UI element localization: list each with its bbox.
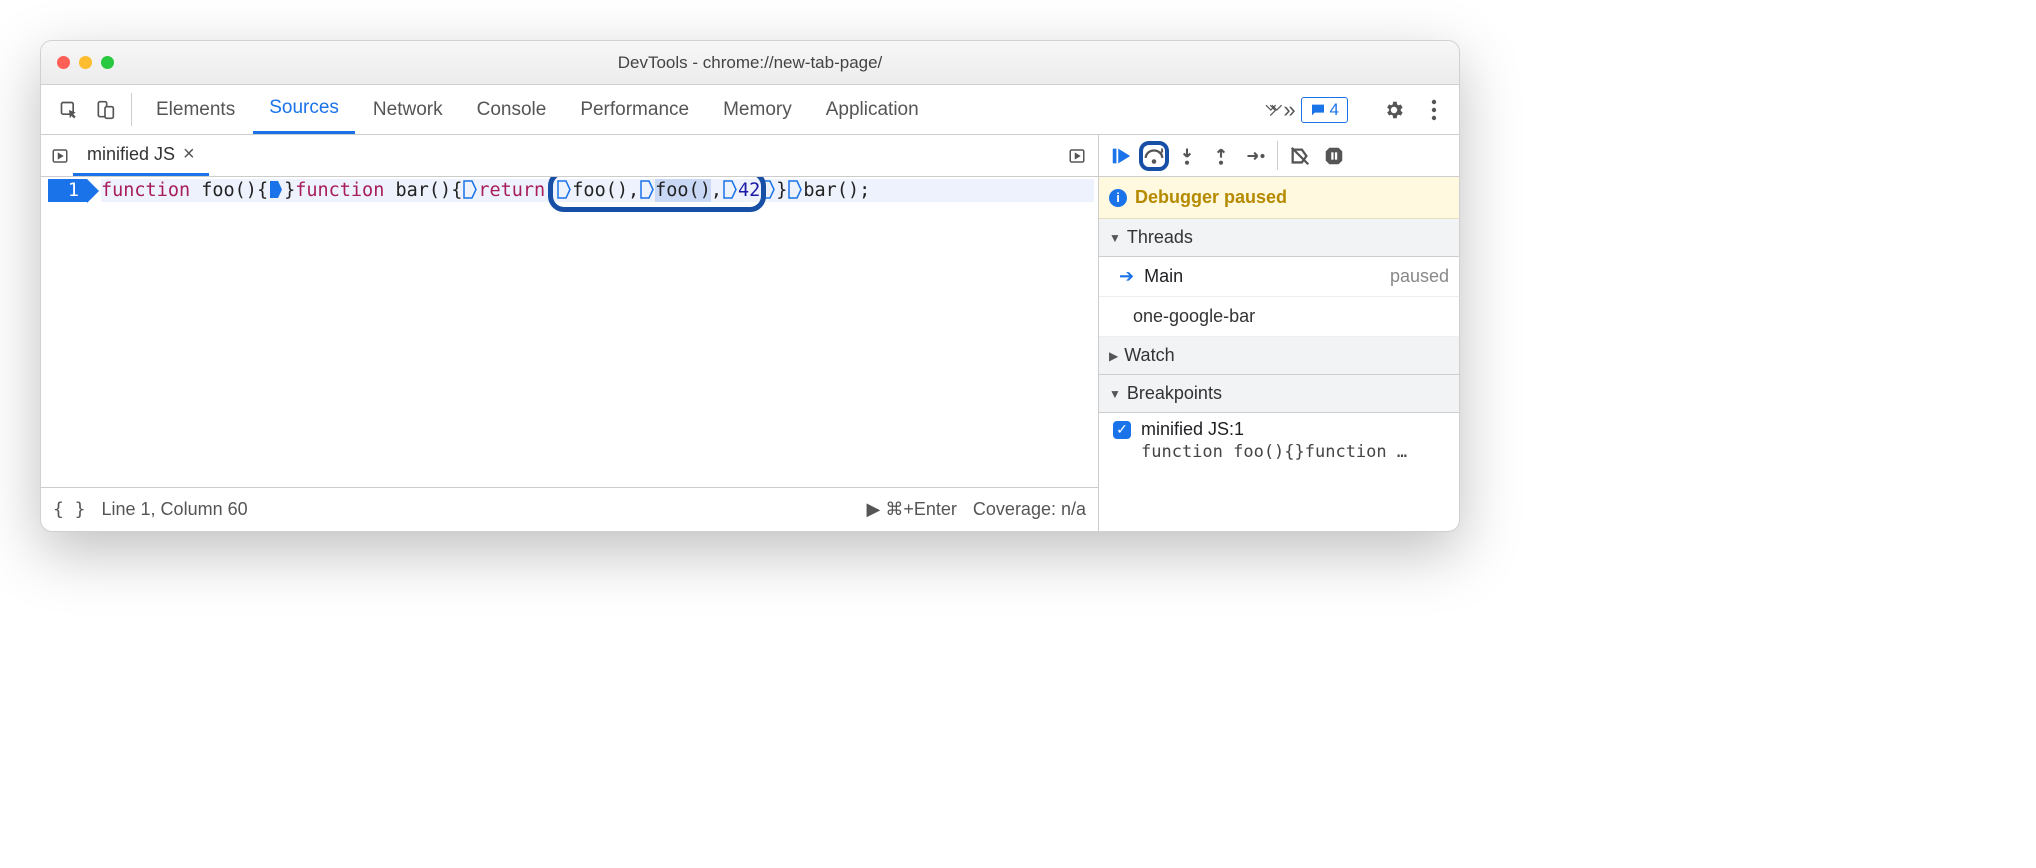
collapse-icon: ▶ xyxy=(1109,349,1118,363)
inspect-element-icon[interactable] xyxy=(51,85,87,134)
thread-other[interactable]: one-google-bar xyxy=(1099,297,1459,337)
expand-icon: ▼ xyxy=(1109,231,1121,245)
step-marker-icon xyxy=(557,180,571,199)
editor-status-bar: { } Line 1, Column 60 ▶ ⌘+Enter Coverage… xyxy=(41,487,1098,531)
step-marker-icon xyxy=(761,180,775,199)
more-files-icon[interactable] xyxy=(1064,147,1090,165)
breakpoint-label: minified JS:1 xyxy=(1141,419,1244,440)
run-snippet-hint: ▶ ⌘+Enter xyxy=(867,499,957,520)
thread-status: paused xyxy=(1390,266,1449,287)
step-button[interactable] xyxy=(1239,140,1271,172)
deactivate-breakpoints-button[interactable] xyxy=(1284,140,1316,172)
cursor-position: Line 1, Column 60 xyxy=(102,499,248,520)
tab-performance[interactable]: Performance xyxy=(564,85,705,134)
step-over-highlight xyxy=(1139,141,1169,171)
settings-gear-icon[interactable] xyxy=(1377,93,1411,127)
panel-tabs: Elements Sources Network Console Perform… xyxy=(140,85,1261,134)
coverage-label: Coverage: n/a xyxy=(973,499,1086,520)
sources-body: minified JS × 1 function foo(){}function… xyxy=(41,135,1459,531)
breakpoint-item[interactable]: ✓ minified JS:1 function foo(){}function… xyxy=(1099,413,1459,472)
info-icon: i xyxy=(1109,189,1127,207)
issues-count: 4 xyxy=(1330,100,1339,120)
breakpoints-section-header[interactable]: ▼ Breakpoints xyxy=(1099,375,1459,413)
current-thread-icon: ➔ xyxy=(1119,266,1134,287)
toggle-navigator-icon[interactable] xyxy=(47,147,73,165)
step-into-button[interactable] xyxy=(1171,140,1203,172)
line-number[interactable]: 1 xyxy=(48,179,87,202)
step-marker-icon xyxy=(788,180,802,199)
devtools-window: DevTools - chrome://new-tab-page/ Elemen… xyxy=(40,40,1460,532)
editor-pane: minified JS × 1 function foo(){}function… xyxy=(41,135,1099,531)
tab-memory[interactable]: Memory xyxy=(707,85,808,134)
main-toolbar: Elements Sources Network Console Perform… xyxy=(41,85,1459,135)
breakpoint-checkbox[interactable]: ✓ xyxy=(1113,421,1131,439)
window-title: DevTools - chrome://new-tab-page/ xyxy=(41,53,1459,73)
code-editor[interactable]: 1 function foo(){}function bar(){return … xyxy=(41,177,1098,487)
tab-elements[interactable]: Elements xyxy=(140,85,251,134)
issues-badge[interactable]: 4 xyxy=(1301,97,1348,123)
window-titlebar: DevTools - chrome://new-tab-page/ xyxy=(41,41,1459,85)
step-over-button[interactable] xyxy=(1141,140,1167,172)
breakpoint-snippet: function foo(){}function … xyxy=(1113,440,1449,462)
pause-on-exceptions-button[interactable] xyxy=(1318,140,1350,172)
step-marker-icon xyxy=(723,180,737,199)
step-marker-icon xyxy=(463,180,477,199)
tab-network[interactable]: Network xyxy=(357,85,459,134)
step-out-button[interactable] xyxy=(1205,140,1237,172)
banner-text: Debugger paused xyxy=(1135,187,1287,208)
step-marker-icon xyxy=(640,180,654,199)
tab-console[interactable]: Console xyxy=(461,85,563,134)
file-tab[interactable]: minified JS × xyxy=(73,135,209,176)
debugger-paused-banner: i Debugger paused xyxy=(1099,177,1459,219)
device-toolbar-icon[interactable] xyxy=(87,85,123,134)
debugger-toolbar xyxy=(1099,135,1459,177)
watch-section-header[interactable]: ▶ Watch xyxy=(1099,337,1459,375)
file-tab-label: minified JS xyxy=(87,144,175,165)
file-tab-bar: minified JS × xyxy=(41,135,1098,177)
thread-main[interactable]: ➔ Main paused xyxy=(1099,257,1459,297)
tab-sources[interactable]: Sources xyxy=(253,85,355,134)
debugger-pane: i Debugger paused ▼ Threads ➔ Main pause… xyxy=(1099,135,1459,531)
expand-icon: ▼ xyxy=(1109,387,1121,401)
kebab-menu-icon[interactable] xyxy=(1417,93,1451,127)
pretty-print-icon[interactable]: { } xyxy=(53,499,86,520)
resume-button[interactable] xyxy=(1105,140,1137,172)
more-tabs-icon[interactable]: » xyxy=(1261,93,1295,127)
close-file-tab-icon[interactable]: × xyxy=(183,143,195,166)
code-line: function foo(){}function bar(){return fo… xyxy=(101,179,1094,202)
breakpoint-marker-icon xyxy=(269,180,283,199)
threads-section-header[interactable]: ▼ Threads xyxy=(1099,219,1459,257)
tab-application[interactable]: Application xyxy=(810,85,935,134)
